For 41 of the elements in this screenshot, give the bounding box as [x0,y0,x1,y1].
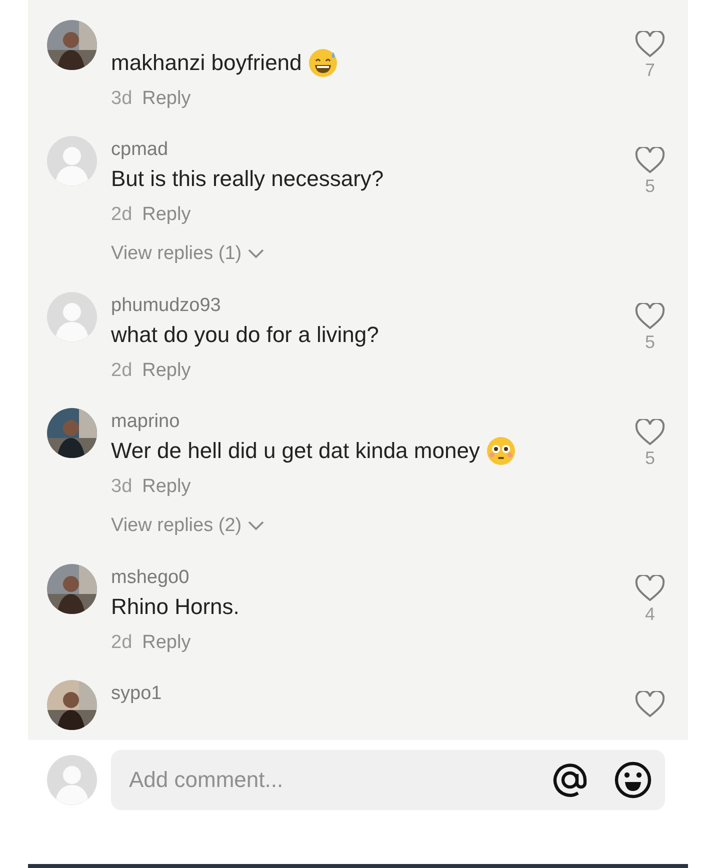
comment-age: 3d [111,87,132,111]
like-count: 5 [644,332,655,353]
heart-icon[interactable] [635,147,665,174]
comment-age: 3d [111,475,132,499]
chevron-down-icon [248,249,264,259]
view-replies-link[interactable]: View replies (2) [111,515,242,537]
heart-icon[interactable] [635,575,665,602]
reply-link[interactable]: Reply [142,468,191,506]
chevron-down-icon [248,521,264,531]
flushed-face-emoji-icon [486,436,516,466]
heart-icon[interactable] [635,31,665,58]
like-count: 5 [644,448,655,469]
comment-text: Wer de hell did u get dat kinda money [111,437,480,465]
like-count: 7 [644,60,655,81]
comment-input-field[interactable]: Add comment... [111,750,665,810]
comment-age: 2d [111,359,132,383]
username[interactable]: sypo1 [111,683,162,704]
heart-icon[interactable] [635,303,665,330]
comment-age: 2d [111,203,132,227]
comment-text: what do you do for a living? [111,321,379,349]
view-replies-link[interactable]: View replies (1) [111,243,242,265]
comment-age: 2d [111,631,132,655]
username[interactable]: cpmad [111,139,168,160]
like-count: 4 [644,604,655,625]
comment-text: Rhino Horns. [111,593,240,621]
default-avatar-icon [47,755,97,805]
username[interactable]: maprino [111,411,180,432]
reply-link[interactable]: Reply [142,352,191,390]
comment-text: makhanzi boyfriend [111,49,302,77]
reply-link[interactable]: Reply [142,196,191,234]
username[interactable]: phumudzo93 [111,295,221,316]
reply-link[interactable]: Reply [142,80,191,118]
mention-icon[interactable] [551,761,589,799]
like-count: 5 [644,176,655,197]
reply-link[interactable]: Reply [142,624,191,662]
smiley-icon[interactable] [614,761,652,799]
grinning-sweat-emoji-icon [308,48,338,78]
username[interactable]: mshego0 [111,567,190,588]
heart-icon[interactable] [635,419,665,446]
heart-icon[interactable] [635,691,665,718]
comment-text: But is this really necessary? [111,165,384,193]
